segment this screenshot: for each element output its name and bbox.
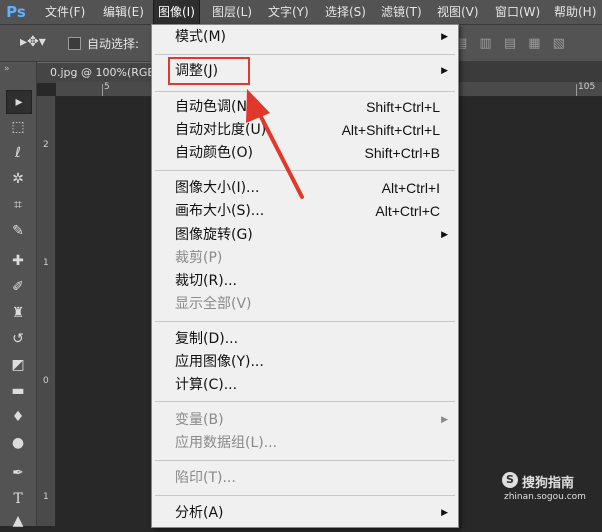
menu-select[interactable]: 选择(S) xyxy=(325,0,366,24)
menu-bar: Ps 文件(F) 编辑(E) 图像(I) 图层(L) 文字(Y) 选择(S) 滤… xyxy=(0,0,602,25)
ruler-left-label: 1 xyxy=(43,258,49,268)
magic-wand-tool-icon[interactable]: ✲ xyxy=(6,168,30,190)
menu-edit[interactable]: 编辑(E) xyxy=(103,0,144,24)
watermark-subtitle: zhinan.sogou.com xyxy=(504,492,586,502)
collapse-icon[interactable]: » xyxy=(4,64,10,74)
ruler-left: 2 1 0 1 xyxy=(37,96,56,526)
watermark: S 搜狗指南 zhinan.sogou.com xyxy=(492,470,592,506)
menu-help[interactable]: 帮助(H) xyxy=(554,0,596,24)
ruler-top-label: 105 xyxy=(578,82,596,92)
auto-select-checkbox[interactable] xyxy=(68,37,81,50)
document-tab[interactable]: 0.jpg @ 100%(RGB xyxy=(37,62,157,83)
gradient-tool-icon[interactable]: ▬ xyxy=(6,380,30,402)
eyedropper-tool-icon[interactable]: ✎ xyxy=(6,220,30,242)
path-selection-tool-icon[interactable]: ▲ xyxy=(6,510,30,532)
ruler-top-label: 5 xyxy=(104,82,110,92)
image-menu-dropdown: 模式(M) ▶ 调整(J) ▶ 自动色调(N) Shift+Ctrl+L 自动对… xyxy=(151,24,459,528)
auto-select-label: 自动选择: xyxy=(87,37,140,51)
clone-stamp-tool-icon[interactable]: ♜ xyxy=(6,302,30,324)
menu-type[interactable]: 文字(Y) xyxy=(268,0,309,24)
blur-tool-icon[interactable]: ♦ xyxy=(6,406,30,428)
brush-tool-icon[interactable]: ✐ xyxy=(6,276,30,298)
menu-window[interactable]: 窗口(W) xyxy=(495,0,540,24)
ruler-left-label: 1 xyxy=(43,492,49,502)
watermark-title: 搜狗指南 xyxy=(522,476,575,491)
lasso-tool-icon[interactable]: ℓ xyxy=(6,142,30,164)
photoshop-logo: Ps xyxy=(6,3,26,21)
ruler-left-label: 2 xyxy=(43,140,49,150)
menu-layer[interactable]: 图层(L) xyxy=(212,0,252,24)
menu-image[interactable]: 图像(I) xyxy=(153,0,200,25)
pen-tool-icon[interactable]: ✒ xyxy=(6,462,30,484)
ruler-left-label: 0 xyxy=(43,376,49,386)
eraser-tool-icon[interactable]: ◩ xyxy=(6,354,30,376)
marquee-tool-icon[interactable]: ⬚ xyxy=(6,116,30,138)
type-tool-icon[interactable]: T xyxy=(6,488,30,510)
align-buttons-icon[interactable]: ▤ ▥ ▤ ▦ ▧ xyxy=(455,36,569,51)
tools-panel: » ▸ ⬚ ℓ ✲ ⌗ ✎ ✚ ✐ ♜ ↺ ◩ ▬ ♦ ● ✒ T ▲ xyxy=(0,62,37,529)
move-tool-icon[interactable]: ▸ xyxy=(6,90,32,114)
document-tab-title: 0.jpg @ 100%(RGB xyxy=(50,66,155,79)
menu-view[interactable]: 视图(V) xyxy=(437,0,479,24)
healing-brush-tool-icon[interactable]: ✚ xyxy=(6,250,30,272)
dodge-tool-icon[interactable]: ● xyxy=(6,432,30,454)
menu-filter[interactable]: 滤镜(T) xyxy=(381,0,422,24)
sogou-logo-icon: S xyxy=(502,472,518,488)
annotation-arrow xyxy=(246,89,304,199)
move-tool-preset-icon[interactable]: ▸✥▾ xyxy=(20,34,46,50)
menu-file[interactable]: 文件(F) xyxy=(45,0,85,24)
crop-tool-icon[interactable]: ⌗ xyxy=(6,194,30,216)
history-brush-tool-icon[interactable]: ↺ xyxy=(6,328,30,350)
